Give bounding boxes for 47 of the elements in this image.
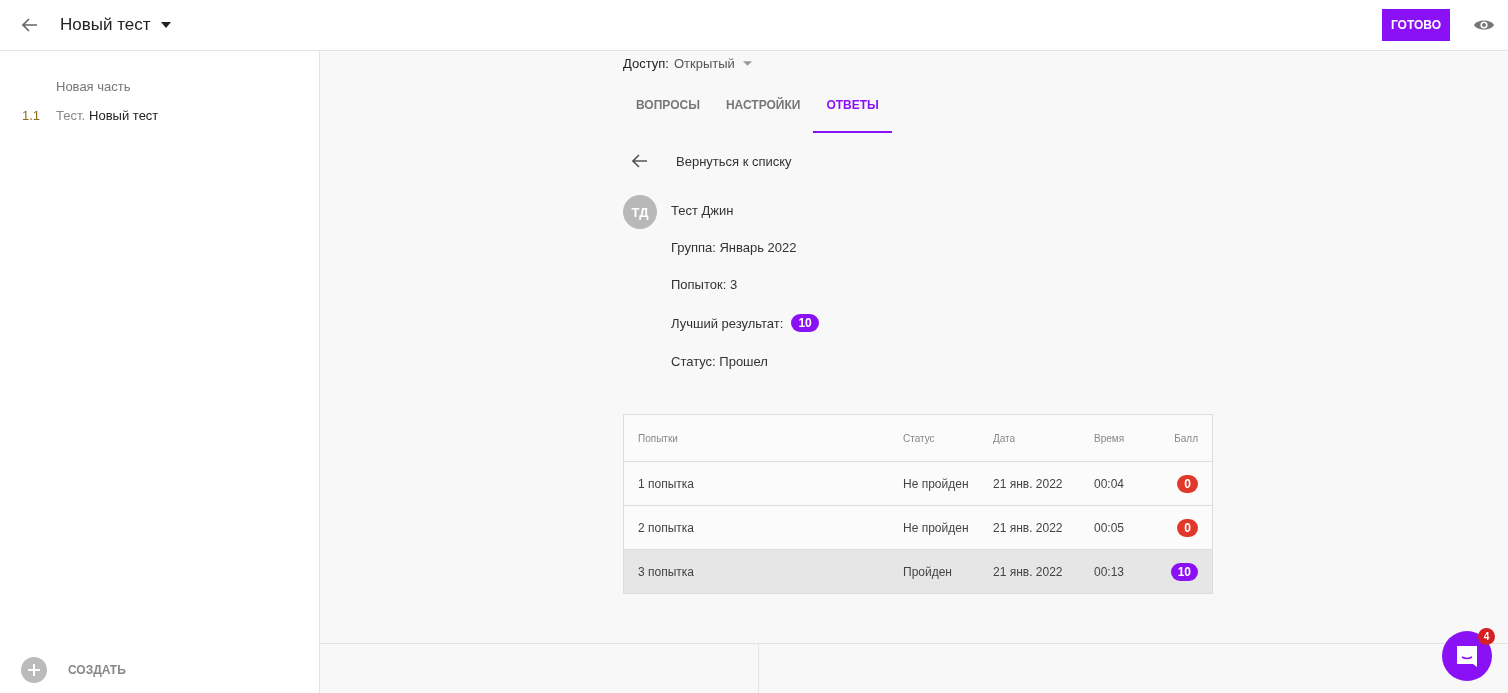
table-cell-text: 2 попытка [638,520,695,535]
eye-icon[interactable] [1474,18,1494,32]
back-to-list-link[interactable]: Вернуться к списку [676,153,792,169]
group-text: Группа: Январь 2022 [671,240,798,255]
access-dropdown[interactable]: Открытый [673,56,735,71]
column-header: Балл [1174,432,1198,444]
table-cell-text: Не пройден [903,520,970,535]
tab[interactable]: ВОПРОСЫ [623,89,713,133]
caret-icon[interactable] [160,22,171,28]
back-arrow-icon[interactable] [632,153,648,169]
score-badge: 0 [1177,518,1198,537]
back-arrow-icon[interactable] [22,17,38,33]
column-header: Дата [993,432,1017,444]
table-row[interactable]: 1 попытка Не пройден 21 янв. 2022 00:04 0 [624,461,1212,505]
done-button[interactable]: ГОТОВО [1381,9,1450,41]
best-result-label: Лучший результат: [671,315,784,331]
score-badge: 0 [1177,474,1198,493]
table-cell-text: 00:13 [1094,564,1126,579]
tab[interactable]: ОТВЕТЫ [813,89,892,133]
table-cell-text: Пройден [903,564,953,579]
item-name[interactable]: Новый тест [89,108,159,123]
table-cell-text: 3 попытка [638,564,695,579]
table-cell-text: 21 янв. 2022 [993,520,1064,535]
tab[interactable]: НАСТРОЙКИ [712,89,814,133]
table-row[interactable]: 3 попытка Пройден 21 янв. 2022 00:13 10 [624,549,1212,593]
test-title: Новый тест [60,15,151,35]
score-badge: 10 [791,314,819,332]
avatar: ТД [623,195,657,229]
chat-icon [1455,644,1479,668]
student-name: Тест Джин [671,203,735,218]
column-header: Время [1094,432,1126,444]
table-cell-text: 00:04 [1094,476,1126,491]
column-header: Статус [903,432,936,444]
status-text: Статус: Прошел [671,354,769,369]
table-cell-text: 1 попытка [638,476,695,491]
item-type: Тест. [56,108,86,123]
attempts-text: Попыток: 3 [671,277,739,292]
table-cell-text: 21 янв. 2022 [993,476,1064,491]
table-cell-text: 21 янв. 2022 [993,564,1064,579]
column-header: Попытки [638,432,679,444]
section-title: Новая часть [56,79,132,94]
score-badge: 10 [1170,562,1198,581]
table-cell-text: Не пройден [903,476,970,491]
access-label: Доступ: [623,56,669,71]
create-label[interactable]: СОЗДАТЬ [68,663,126,677]
item-number: 1.1 [22,108,42,123]
table-cell-text: 00:05 [1094,520,1126,535]
